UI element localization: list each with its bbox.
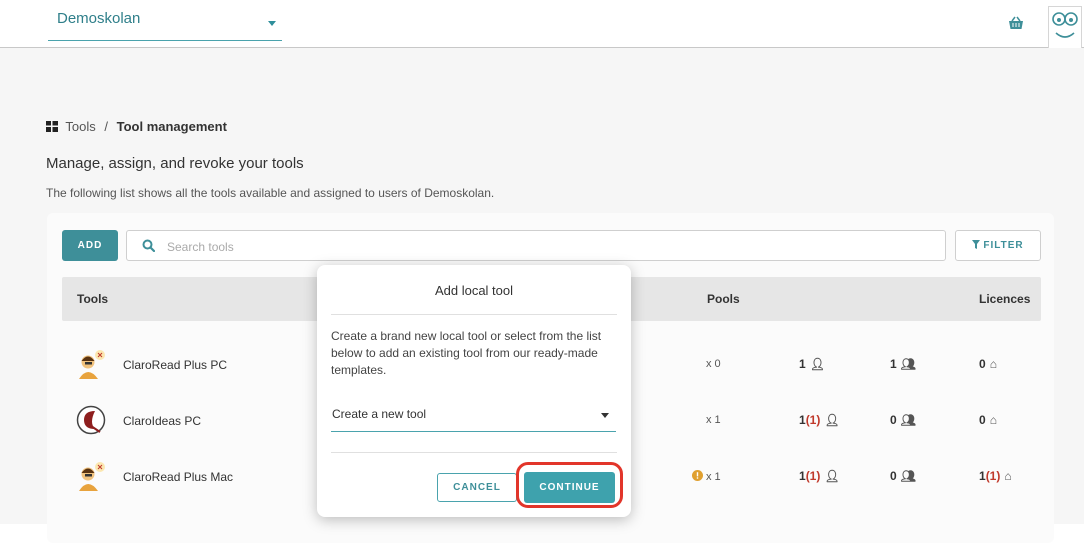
pool-count: x 1 bbox=[692, 470, 721, 483]
filter-icon bbox=[972, 240, 981, 249]
page-title: Manage, assign, and revoke your tools bbox=[46, 155, 304, 172]
add-local-tool-dialog: Add local tool Create a brand new local … bbox=[317, 265, 631, 517]
add-button[interactable]: ADD bbox=[62, 230, 118, 261]
tool-name[interactable]: ClaroRead Plus PC bbox=[123, 358, 227, 372]
search-input[interactable] bbox=[165, 236, 929, 258]
cancel-button[interactable]: CANCEL bbox=[437, 473, 517, 502]
breadcrumb-root[interactable]: Tools bbox=[65, 119, 95, 134]
claroread-logo bbox=[79, 462, 105, 491]
group-icon: 👥︎ bbox=[900, 413, 916, 427]
school-licences[interactable]: 1(1) ⌂ bbox=[979, 469, 1012, 483]
continue-button[interactable]: CONTINUE bbox=[524, 472, 615, 503]
grid-icon bbox=[46, 121, 58, 132]
group-licences[interactable]: 0 👥︎ bbox=[890, 413, 916, 427]
user-licences[interactable]: 1(1) 👤︎ bbox=[799, 469, 840, 483]
group-icon: 👥︎ bbox=[900, 357, 916, 371]
home-icon: ⌂ bbox=[989, 413, 997, 427]
school-selector[interactable]: Demoskolan bbox=[48, 6, 282, 41]
template-select[interactable]: Create a new tool bbox=[331, 399, 616, 432]
group-licences[interactable]: 0 👥︎ bbox=[890, 469, 916, 483]
header-licences: Licences bbox=[979, 292, 1031, 306]
filter-button[interactable]: FILTER bbox=[955, 230, 1041, 261]
filter-button-label: FILTER bbox=[983, 240, 1024, 251]
divider bbox=[331, 452, 617, 453]
home-icon: ⌂ bbox=[989, 357, 997, 371]
warning-icon bbox=[692, 470, 703, 481]
breadcrumb-separator: / bbox=[104, 119, 108, 134]
school-licences[interactable]: 0 ⌂ bbox=[979, 357, 997, 371]
chevron-down-icon bbox=[268, 21, 276, 26]
assistant-mascot[interactable] bbox=[1048, 6, 1082, 50]
group-licences[interactable]: 1 👥︎ bbox=[890, 357, 916, 371]
claroread-logo bbox=[79, 350, 105, 379]
breadcrumb-current: Tool management bbox=[116, 119, 227, 134]
top-bar: Demoskolan bbox=[0, 0, 1084, 50]
school-licences[interactable]: 0 ⌂ bbox=[979, 413, 997, 427]
chevron-down-icon bbox=[601, 413, 609, 418]
search-box bbox=[126, 230, 946, 261]
divider bbox=[331, 314, 617, 315]
tool-name[interactable]: ClaroRead Plus Mac bbox=[123, 470, 233, 484]
user-icon: 👤︎ bbox=[809, 357, 825, 371]
header-pools: Pools bbox=[707, 292, 740, 306]
pool-count: x 0 bbox=[706, 358, 721, 370]
group-icon: 👥︎ bbox=[900, 469, 916, 483]
claroideas-logo bbox=[76, 405, 106, 435]
mascot-face-icon bbox=[1052, 12, 1078, 38]
pool-count: x 1 bbox=[706, 414, 721, 426]
user-licences[interactable]: 1(1) 👤︎ bbox=[799, 413, 840, 427]
school-selector-value: Demoskolan bbox=[57, 10, 141, 27]
user-icon: 👤︎ bbox=[824, 469, 840, 483]
template-select-value: Create a new tool bbox=[332, 407, 427, 421]
tool-name[interactable]: ClaroIdeas PC bbox=[123, 414, 201, 428]
page-description: The following list shows all the tools a… bbox=[46, 186, 495, 200]
header-tools: Tools bbox=[77, 292, 109, 306]
breadcrumb: Tools / Tool management bbox=[46, 119, 227, 134]
user-licences[interactable]: 1 👤︎ bbox=[799, 357, 825, 371]
user-icon: 👤︎ bbox=[824, 413, 840, 427]
search-icon bbox=[142, 239, 155, 252]
home-icon: ⌂ bbox=[1004, 469, 1012, 483]
dialog-title: Add local tool bbox=[434, 283, 514, 298]
basket-icon[interactable] bbox=[1008, 16, 1024, 30]
dialog-body: Create a brand new local tool or select … bbox=[331, 329, 602, 377]
